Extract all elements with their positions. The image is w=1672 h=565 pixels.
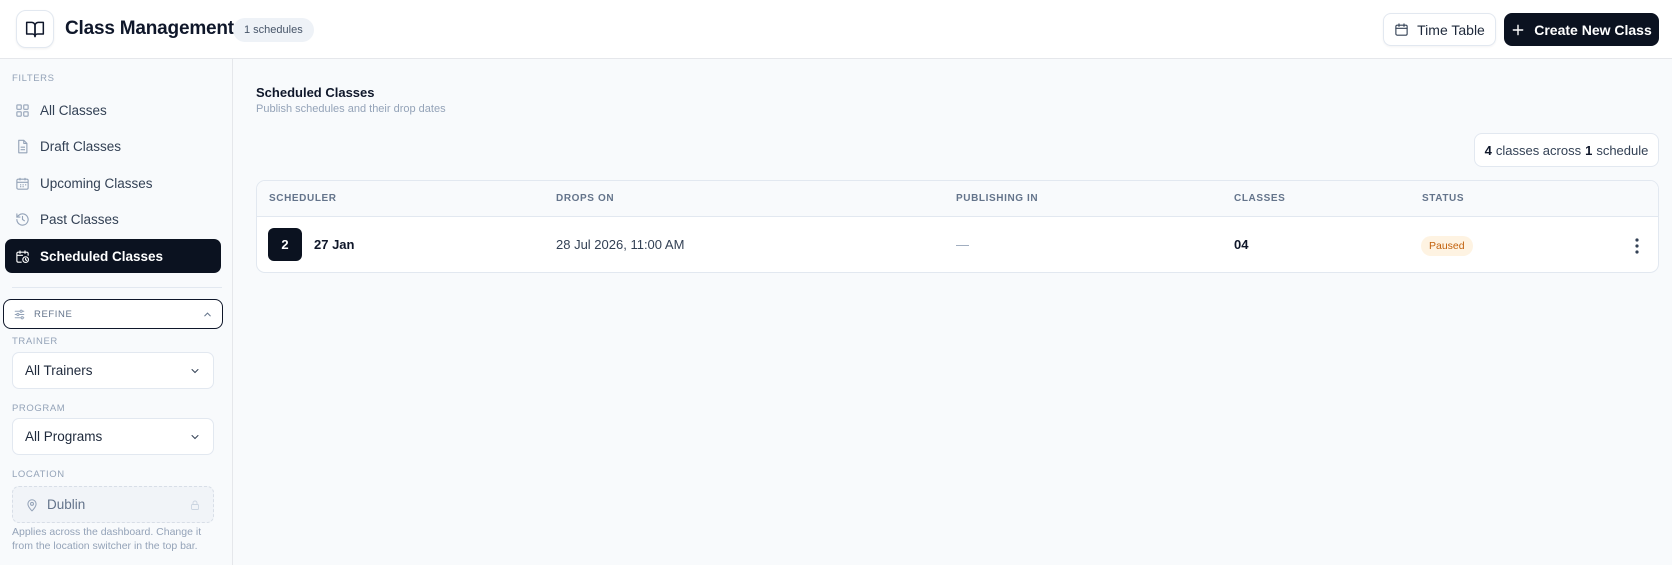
column-header-scheduler: SCHEDULER — [269, 193, 337, 204]
sidebar-divider — [12, 287, 222, 288]
sliders-icon — [14, 309, 25, 319]
timetable-button[interactable]: Time Table — [1383, 13, 1496, 46]
calendar-icon — [1395, 23, 1408, 36]
schedules-table: SCHEDULER DROPS ON PUBLISHING IN CLASSES… — [256, 180, 1659, 273]
program-select-value: All Programs — [25, 429, 103, 444]
sidebar-item-label: All Classes — [40, 102, 107, 118]
chevron-up-icon — [204, 311, 211, 316]
program-select[interactable]: All Programs — [12, 418, 214, 455]
grid-icon — [16, 103, 29, 117]
chevron-down-icon — [191, 434, 199, 439]
sidebar-item-all-classes[interactable]: All Classes — [5, 93, 221, 127]
page-title: Class Management — [65, 18, 234, 39]
summary-badge: 4 classes across 1 schedule — [1474, 133, 1659, 167]
book-icon[interactable] — [16, 10, 54, 48]
table-header: SCHEDULER DROPS ON PUBLISHING IN CLASSES… — [257, 181, 1658, 217]
lock-icon — [191, 500, 199, 510]
summary-class-count: 4 — [1484, 142, 1492, 158]
refine-toggle[interactable]: REFINE — [3, 299, 223, 329]
column-header-publishing-in: PUBLISHING IN — [956, 193, 1039, 204]
classes-cell: 04 — [1234, 237, 1249, 252]
sidebar-item-upcoming-classes[interactable]: Upcoming Classes — [5, 166, 221, 200]
create-class-button[interactable]: Create New Class — [1504, 13, 1659, 46]
program-label: PROGRAM — [12, 403, 66, 414]
location-field: Dublin — [12, 486, 214, 523]
trainer-select-value: All Trainers — [25, 363, 93, 378]
location-help-text: Applies across the dashboard. Change it … — [12, 526, 202, 552]
top-bar: Class Management 1 schedules Time Table … — [0, 0, 1672, 59]
timetable-label: Time Table — [1417, 21, 1485, 38]
scheduler-cell: 27 Jan — [314, 237, 355, 252]
sidebar-item-past-classes[interactable]: Past Classes — [5, 202, 221, 236]
sidebar-item-scheduled-classes[interactable]: Scheduled Classes — [5, 239, 221, 273]
filters-heading: FILTERS — [12, 73, 55, 84]
column-header-drops-on: DROPS ON — [556, 193, 615, 204]
trainer-select[interactable]: All Trainers — [12, 352, 214, 389]
sidebar-item-label: Scheduled Classes — [40, 248, 164, 264]
map-pin-icon — [27, 498, 37, 512]
summary-text: schedule — [1596, 142, 1649, 158]
section-title: Scheduled Classes — [256, 85, 375, 100]
summary-schedule-count: 1 — [1585, 142, 1593, 158]
create-class-label: Create New Class — [1534, 21, 1652, 38]
sidebar: FILTERS All Classes Draft Classes Upcomi… — [0, 59, 233, 565]
calendar-clock-icon — [16, 249, 29, 263]
status-badge: Paused — [1421, 236, 1473, 256]
location-value: Dublin — [47, 497, 86, 512]
calendar-icon — [16, 177, 29, 190]
location-label: LOCATION — [12, 469, 65, 480]
refine-label: REFINE — [34, 308, 73, 320]
history-icon — [16, 212, 29, 226]
publishing-in-cell: — — [956, 237, 969, 252]
schedule-day-badge: 2 — [268, 228, 302, 261]
more-options-icon[interactable] — [1627, 234, 1647, 258]
sidebar-item-label: Draft Classes — [40, 138, 122, 154]
plus-icon — [1512, 24, 1524, 35]
column-header-classes: CLASSES — [1234, 193, 1286, 204]
column-header-status: STATUS — [1422, 193, 1465, 204]
sidebar-item-label: Upcoming Classes — [40, 175, 153, 191]
summary-text: classes across — [1495, 142, 1582, 158]
section-subtitle: Publish schedules and their drop dates — [256, 103, 446, 115]
drops-on-cell: 28 Jul 2026, 11:00 AM — [556, 237, 685, 252]
schedule-count-badge: 1 schedules — [233, 18, 314, 42]
trainer-label: TRAINER — [12, 336, 58, 347]
sidebar-item-label: Past Classes — [40, 211, 119, 227]
sidebar-item-draft-classes[interactable]: Draft Classes — [5, 129, 221, 163]
document-icon — [18, 139, 28, 153]
chevron-down-icon — [191, 368, 199, 373]
